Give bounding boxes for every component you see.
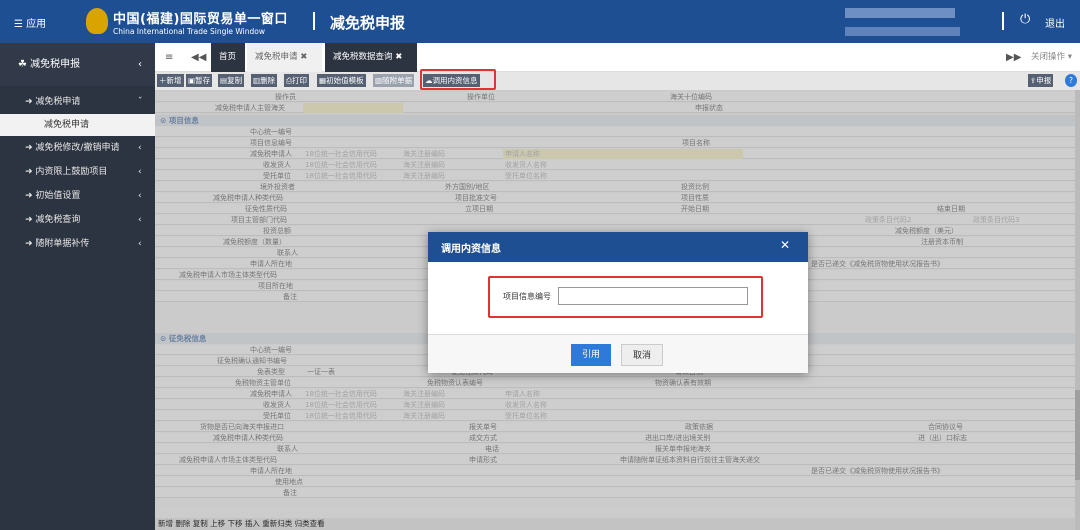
header-divider-right (1002, 12, 1004, 30)
chevron-left-icon: ‹ (138, 143, 142, 153)
tab-home[interactable]: 首页 (211, 43, 245, 72)
sidebar-item-label: 内资限上鼓励项目 (35, 167, 108, 177)
sidebar-item-label: 减免税修改/撤销申请 (35, 143, 120, 153)
user-info-redacted (845, 8, 955, 18)
chevron-left-icon: ‹ (138, 167, 142, 177)
copy-button[interactable]: ▤复制 (218, 74, 245, 87)
copy-label: 复制 (227, 76, 243, 85)
tab-apply[interactable]: 减免税申请 ✖ (247, 43, 322, 72)
reference-button[interactable]: 引用 (571, 344, 611, 366)
sidebar-subitem-apply[interactable]: 减免税申请 (0, 114, 155, 136)
enter-icon: ➜ (25, 191, 33, 201)
sidebar-title: 减免税申报 (30, 59, 81, 70)
enter-icon: ➜ (25, 143, 33, 153)
sidebar-item-label: 减免税查询 (35, 215, 81, 225)
sidebar-item-query[interactable]: ➜ 减免税查询 ‹ (0, 208, 155, 232)
enter-icon: ➜ (25, 97, 33, 107)
highlight-load-domestic (420, 69, 496, 90)
system-title: 减免税申报 (330, 14, 406, 32)
project-no-label: 项目信息编号 (503, 292, 551, 301)
close-icon[interactable]: ✕ (780, 238, 790, 252)
chevron-left-icon: ‹ (138, 239, 142, 249)
power-icon[interactable]: ⏻ (1020, 12, 1030, 27)
print-button[interactable]: ⎙打印 (284, 74, 309, 87)
cancel-button[interactable]: 取消 (621, 344, 663, 366)
chevron-left-icon: ‹ (138, 215, 142, 225)
init-template-button[interactable]: ▦初始值模板 (317, 74, 366, 87)
logout-button[interactable]: 退出 (1045, 15, 1065, 30)
sidebar-item-init[interactable]: ➜ 初始值设置 ‹ (0, 184, 155, 208)
apps-label: 应用 (26, 19, 47, 30)
attach-docs-button[interactable]: ▧随附单据 (373, 74, 415, 87)
dialog-header: 调用内资信息 ✕ (428, 232, 808, 262)
close-icon[interactable]: ✖ (300, 52, 307, 62)
new-label: 新增 (166, 76, 182, 85)
sidebar: ☘ 减免税申报 ‹ ➜ 减免税申请 ˇ 减免税申请 ➜ 减免税修改/撤销申请 ‹… (0, 43, 155, 530)
top-header: ☰ 应用 中国(福建)国际贸易单一窗口 China International … (0, 0, 1080, 43)
sidebar-header[interactable]: ☘ 减免税申报 ‹ (0, 43, 155, 86)
form-toolbar: ＋新增 ▣暂存 ▤复制 ▥删除 ⎙打印 ▦初始值模板 ▧随附单据 ☁调用内资信息… (155, 72, 1080, 90)
sidebar-item-modify[interactable]: ➜ 减免税修改/撤销申请 ‹ (0, 136, 155, 160)
sidebar-item-label: 减免税申请 (35, 97, 81, 107)
tab-data-query[interactable]: 减免税数据查询 ✖ (325, 43, 417, 72)
dialog-title: 调用内资信息 (441, 244, 501, 255)
tabs-prev-icon[interactable]: ◀◀ (191, 52, 206, 63)
enter-icon: ➜ (25, 167, 33, 177)
load-domestic-dialog: 调用内资信息 ✕ 项目信息编号 引用 取消 (428, 232, 808, 373)
delete-label: 删除 (260, 76, 276, 85)
project-no-input[interactable] (558, 287, 748, 305)
help-icon[interactable]: ? (1065, 74, 1077, 87)
brand-title: 中国(福建)国际贸易单一窗口 (113, 12, 288, 27)
enter-icon: ➜ (25, 239, 33, 249)
submit-button[interactable]: ⇪申报 (1028, 74, 1054, 87)
chevron-left-icon: ‹ (138, 59, 142, 70)
header-divider (313, 12, 315, 30)
print-label: 打印 (292, 76, 307, 85)
close-ops-label: 关闭操作 (1031, 52, 1066, 62)
tab-label: 减免税数据查询 (333, 52, 393, 62)
init-template-label: 初始值模板 (326, 76, 364, 85)
menu-toggle-icon[interactable]: ≡ (165, 52, 173, 63)
enter-icon: ➜ (25, 215, 33, 225)
dialog-footer: 引用 取消 (428, 334, 808, 373)
attach-label: 随附单据 (382, 76, 413, 85)
chevron-left-icon: ‹ (138, 191, 142, 201)
chevron-down-icon: ˇ (138, 97, 143, 107)
delete-button[interactable]: ▥删除 (251, 74, 278, 87)
sitemap-icon: ☘ (18, 59, 27, 70)
tab-label: 减免税申请 (255, 52, 298, 62)
sidebar-item-domestic[interactable]: ➜ 内资限上鼓励项目 ‹ (0, 160, 155, 184)
sidebar-item-label: 初始值设置 (35, 191, 81, 201)
apps-menu-button[interactable]: ☰ 应用 (14, 15, 46, 30)
close-operations-menu[interactable]: 关闭操作 ▾ (1031, 43, 1072, 72)
org-info-redacted (845, 27, 960, 36)
save-label: 暂存 (195, 76, 211, 85)
save-draft-button[interactable]: ▣暂存 (186, 74, 213, 87)
tab-bar: ≡ ◀◀ 首页 减免税申请 ✖ 减免税数据查询 ✖ ▶▶ 关闭操作 ▾ (155, 43, 1080, 72)
customs-logo-icon (86, 8, 108, 34)
close-icon[interactable]: ✖ (395, 52, 402, 62)
sidebar-item-attach[interactable]: ➜ 随附单据补传 ‹ (0, 232, 155, 256)
submit-label: 申报 (1036, 76, 1052, 85)
sidebar-item-apply[interactable]: ➜ 减免税申请 ˇ (0, 90, 155, 114)
brand-subtitle: China International Trade Single Window (113, 27, 265, 36)
new-button[interactable]: ＋新增 (157, 74, 184, 87)
sidebar-item-label: 随附单据补传 (35, 239, 90, 249)
tabs-next-icon[interactable]: ▶▶ (1006, 52, 1021, 63)
